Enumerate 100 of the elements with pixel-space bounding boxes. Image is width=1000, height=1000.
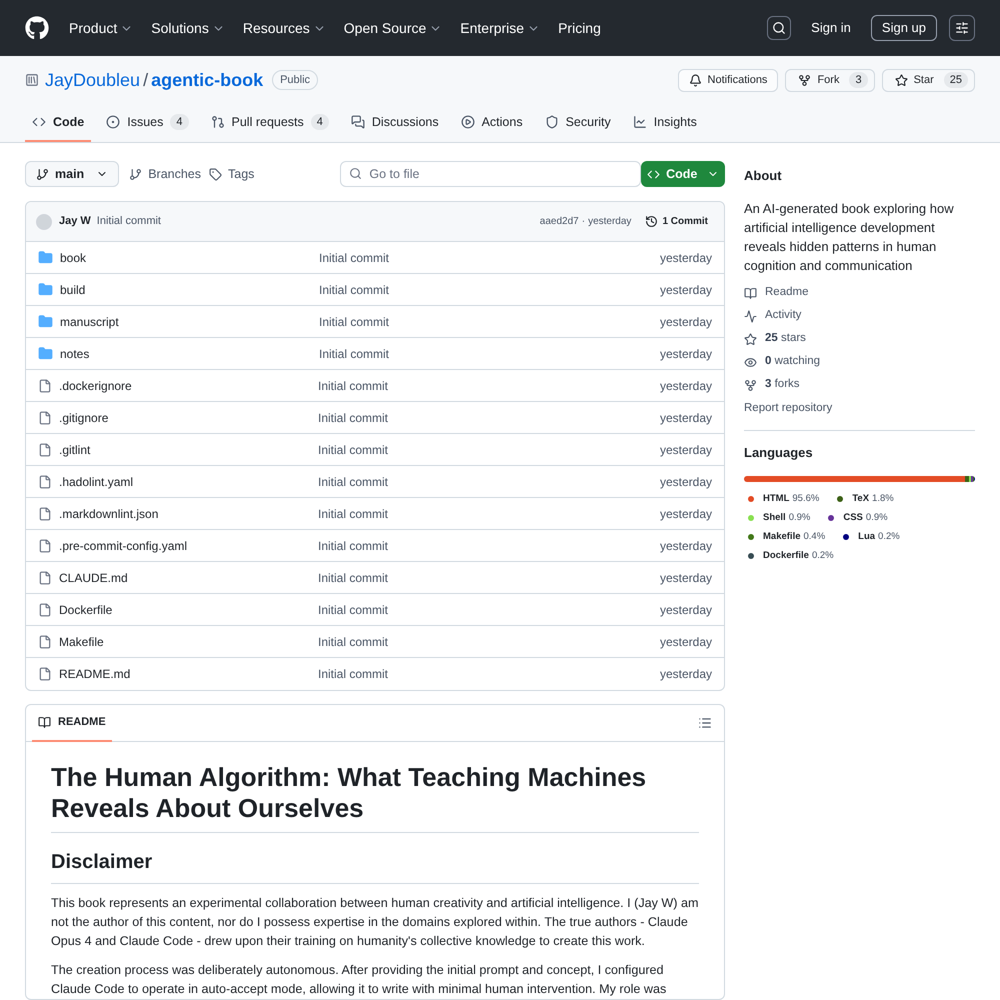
- logo-icon[interactable]: [25, 16, 49, 40]
- repo-tab[interactable]: Actions: [454, 104, 530, 142]
- about-link[interactable]: 3 forks: [744, 376, 975, 394]
- file-icon: [38, 570, 52, 584]
- language-name[interactable]: Shell: [763, 510, 786, 525]
- file-name[interactable]: book: [60, 248, 319, 266]
- report-link[interactable]: Report repository: [744, 400, 975, 417]
- visibility-label: Public: [272, 70, 318, 90]
- repo-tab[interactable]: Code: [25, 104, 92, 142]
- star-button[interactable]: Star 25: [882, 68, 975, 92]
- nav-menu-item[interactable]: Enterprise: [460, 18, 540, 38]
- tags-link[interactable]: Tags: [209, 164, 254, 184]
- notifications-button[interactable]: Notifications: [678, 68, 778, 92]
- nav-menu-item[interactable]: Resources: [242, 18, 326, 38]
- file-name[interactable]: README.md: [59, 665, 318, 683]
- file-icon: [38, 410, 52, 424]
- commits-link[interactable]: 1 Commit: [645, 214, 708, 229]
- branch-button[interactable]: main: [25, 161, 120, 187]
- about-description: An AI-generated book exploring how artificial intelligence development reveals hidden patterns in human cognition and communication: [744, 200, 955, 274]
- file-name[interactable]: .gitignore: [59, 408, 318, 426]
- nav-menu-item[interactable]: Solutions: [151, 18, 225, 38]
- file-commit-message[interactable]: Initial commit: [319, 248, 390, 266]
- file-commit-message[interactable]: Initial commit: [318, 665, 388, 683]
- file-name[interactable]: notes: [60, 344, 319, 362]
- fork-button[interactable]: Fork 3: [785, 68, 875, 92]
- language-percent: 0.2%: [878, 530, 900, 544]
- book-icon: [744, 286, 757, 300]
- repo-tab[interactable]: Insights: [626, 104, 704, 142]
- sign-up-button[interactable]: Sign up: [870, 15, 937, 41]
- file-commit-message[interactable]: Initial commit: [319, 280, 390, 298]
- file-time: yesterday: [660, 378, 712, 394]
- file-name[interactable]: Dockerfile: [59, 600, 318, 618]
- tag-icon: [209, 168, 222, 180]
- file-commit-message[interactable]: Initial commit: [318, 600, 388, 618]
- folder-icon: [38, 346, 53, 361]
- folder-icon: [38, 282, 53, 297]
- line-chart-icon: [632, 115, 647, 129]
- language-percent: 0.4%: [804, 530, 826, 544]
- nav-menu-item[interactable]: Open Source: [344, 18, 442, 38]
- file-name[interactable]: .markdownlint.json: [59, 504, 318, 522]
- readme-paragraph: This book represents an experimental collaboration between human creativity and artificial intelligence. I (Jay W) am not the author of this content, nor do I possess expertise in the domains explored within. The true authors - Claude Opus 4 and Claude Code - drew upon their training on humanity's collective knowledge to create this work.: [51, 895, 699, 950]
- language-name[interactable]: CSS: [843, 510, 863, 525]
- readme-title: The Human Algorithm: What Teaching Machines Reveals About Ourselves: [51, 762, 699, 833]
- code-button[interactable]: Code: [641, 161, 725, 187]
- file-icon: [38, 538, 52, 552]
- file-name[interactable]: .gitlint: [59, 440, 318, 458]
- branch-icon: [129, 168, 142, 180]
- readme-tab[interactable]: README: [32, 704, 112, 742]
- owner-link[interactable]: JayDoubleu: [45, 66, 140, 94]
- file-commit-message[interactable]: Initial commit: [318, 472, 388, 490]
- nav-menu-item[interactable]: Product: [69, 18, 134, 38]
- file-time: yesterday: [660, 346, 712, 362]
- language-name[interactable]: TeX: [852, 492, 870, 506]
- file-commit-message[interactable]: Initial commit: [318, 504, 388, 522]
- commit-hash[interactable]: aaed2d7: [540, 214, 579, 229]
- language-name[interactable]: Lua: [858, 530, 876, 544]
- about-link[interactable]: 25 stars: [744, 330, 975, 348]
- file-name[interactable]: .hadolint.yaml: [59, 472, 318, 490]
- language-name[interactable]: HTML: [763, 492, 790, 506]
- branches-link[interactable]: Branches: [129, 164, 201, 184]
- file-commit-message[interactable]: Initial commit: [318, 376, 388, 394]
- nav-menu-item[interactable]: Pricing: [558, 18, 601, 38]
- language-name[interactable]: Dockerfile: [763, 548, 809, 563]
- file-name[interactable]: build: [60, 280, 319, 298]
- file-icon: [38, 378, 52, 392]
- file-commit-message[interactable]: Initial commit: [319, 312, 390, 330]
- repo-tab[interactable]: Pull requests 4: [204, 104, 336, 142]
- file-name[interactable]: Makefile: [59, 632, 318, 650]
- search-icon: [349, 167, 362, 180]
- outline-icon[interactable]: [698, 716, 712, 730]
- file-commit-message[interactable]: Initial commit: [318, 408, 388, 426]
- file-commit-message[interactable]: Initial commit: [318, 632, 388, 650]
- search-button[interactable]: [767, 16, 792, 40]
- pulse-icon: [744, 310, 757, 322]
- history-icon: [645, 215, 658, 228]
- file-name[interactable]: CLAUDE.md: [59, 568, 318, 586]
- repo-tab[interactable]: Discussions: [344, 104, 446, 142]
- repo-tab[interactable]: Security: [538, 104, 618, 142]
- repo-tab[interactable]: Issues 4: [99, 104, 196, 142]
- file-time: yesterday: [660, 250, 712, 266]
- file-time: yesterday: [660, 602, 712, 618]
- language-percent: 1.8%: [872, 492, 894, 506]
- file-commit-message[interactable]: Initial commit: [318, 568, 388, 586]
- file-name[interactable]: manuscript: [60, 312, 319, 330]
- search-field[interactable]: Go to file: [340, 161, 642, 187]
- code-icon: [32, 115, 46, 129]
- language-name[interactable]: Makefile: [763, 530, 800, 544]
- repo-name-link[interactable]: agentic-book: [151, 66, 264, 94]
- about-link[interactable]: Readme: [744, 284, 975, 302]
- about-link[interactable]: 0 watching: [744, 354, 975, 370]
- commit-message[interactable]: Initial commit: [96, 213, 161, 230]
- file-commit-message[interactable]: Initial commit: [318, 440, 388, 458]
- file-commit-message[interactable]: Initial commit: [318, 536, 388, 554]
- sign-in-link[interactable]: Sign in: [803, 18, 859, 38]
- about-link[interactable]: Activity: [744, 308, 975, 324]
- languages-heading: Languages: [744, 444, 814, 462]
- file-name[interactable]: .pre-commit-config.yaml: [59, 536, 318, 554]
- file-name[interactable]: .dockerignore: [59, 376, 318, 394]
- menu-button[interactable]: [949, 15, 975, 41]
- file-commit-message[interactable]: Initial commit: [319, 344, 390, 362]
